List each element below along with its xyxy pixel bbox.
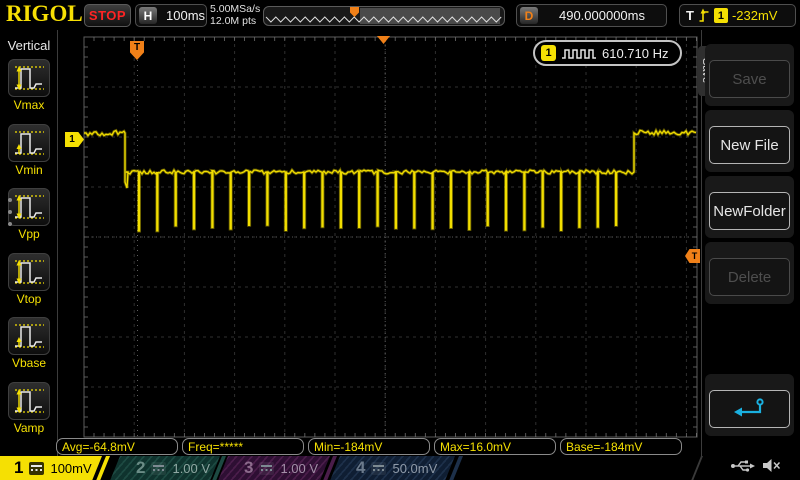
vpp-icon bbox=[8, 188, 50, 226]
sidebar-item-vbase[interactable]: Vbase bbox=[0, 317, 58, 370]
overview-waveform bbox=[264, 7, 504, 25]
delete-button[interactable]: Delete bbox=[709, 258, 790, 296]
return-button[interactable] bbox=[709, 390, 790, 428]
rising-edge-icon bbox=[698, 7, 710, 24]
trigger-source-badge: 1 bbox=[714, 8, 728, 23]
sidebar-item-label: Vamp bbox=[0, 421, 58, 435]
speaker-muted-icon bbox=[762, 458, 781, 473]
channel-number: 4 bbox=[356, 456, 365, 480]
vtop-icon bbox=[8, 253, 50, 291]
return-arrow-icon bbox=[730, 397, 770, 421]
save-button[interactable]: Save bbox=[709, 60, 790, 98]
run-state-label: STOP bbox=[89, 8, 126, 23]
sidebar-item-label: Vtop bbox=[0, 292, 58, 306]
pager-dot bbox=[8, 210, 12, 214]
sidebar-item-vamp[interactable]: Vamp bbox=[0, 382, 58, 435]
timebase-value: 100ms bbox=[166, 8, 205, 23]
vamp-icon bbox=[8, 382, 50, 420]
channel-number: 2 bbox=[136, 456, 145, 480]
measurement-base: Base=-184mV bbox=[560, 438, 682, 455]
square-wave-icon bbox=[561, 47, 597, 60]
waveform-overview-bar[interactable] bbox=[263, 6, 505, 26]
delay-box[interactable]: D 490.000000ms bbox=[516, 4, 667, 27]
channel-status-bar: 1 100mV 2 1.00 V 3 1.00 V 4 50.0mV bbox=[0, 456, 800, 480]
pager-dot bbox=[8, 198, 12, 202]
sidebar-item-vpp[interactable]: Vpp bbox=[0, 188, 58, 241]
channel-scale: 100mV bbox=[50, 461, 91, 476]
top-status-bar: RIGOL STOP H 100ms 5.00MSa/s 12.0M pts D… bbox=[0, 0, 800, 30]
new-file-button[interactable]: New File bbox=[709, 126, 790, 164]
coupling-dc-icon bbox=[371, 462, 386, 475]
horizontal-label: H bbox=[139, 7, 157, 24]
frequency-counter: 1 610.710 Hz bbox=[533, 40, 682, 66]
sidebar-item-label: Vpp bbox=[0, 227, 58, 241]
channel-2-block[interactable]: 2 1.00 V bbox=[110, 456, 220, 480]
channel-scale: 50.0mV bbox=[392, 461, 437, 476]
run-state-indicator[interactable]: STOP bbox=[84, 4, 131, 27]
sidebar-item-vmax[interactable]: Vmax bbox=[0, 59, 58, 112]
sidebar-item-label: Vbase bbox=[0, 356, 58, 370]
channel-scale: 1.00 V bbox=[280, 461, 318, 476]
delay-label: D bbox=[520, 7, 538, 24]
newfolder-button[interactable]: NewFolder bbox=[709, 192, 790, 230]
channel-bar-divider bbox=[691, 456, 703, 480]
trigger-box[interactable]: T 1 -232mV bbox=[679, 4, 796, 27]
measurement-freq: Freq=***** bbox=[182, 438, 304, 455]
coupling-dc-icon bbox=[259, 462, 274, 475]
coupling-dc-icon bbox=[151, 462, 166, 475]
counter-channel-badge: 1 bbox=[541, 45, 556, 61]
rigol-logo: RIGOL bbox=[6, 1, 83, 27]
sidebar-item-label: Vmin bbox=[0, 163, 58, 177]
sidebar-item-label: Vmax bbox=[0, 98, 58, 112]
sample-rate: 5.00MSa/s bbox=[210, 3, 270, 15]
channel-number: 3 bbox=[244, 456, 253, 480]
measurement-avg: Avg=-64.8mV bbox=[56, 438, 178, 455]
memory-depth: 12.0M pts bbox=[210, 15, 270, 27]
channel-3-block[interactable]: 3 1.00 V bbox=[218, 456, 330, 480]
vbase-icon bbox=[8, 317, 50, 355]
menu-title: Vertical bbox=[0, 38, 58, 53]
measurement-min: Min=-184mV bbox=[308, 438, 430, 455]
usb-icon bbox=[730, 458, 756, 473]
trigger-level-value: -232mV bbox=[732, 8, 778, 23]
counter-value: 610.710 Hz bbox=[602, 46, 669, 61]
sidebar-item-vmin[interactable]: Vmin bbox=[0, 124, 58, 177]
channel-4-block[interactable]: 4 50.0mV bbox=[330, 456, 455, 480]
horizontal-timebase-box[interactable]: H 100ms bbox=[135, 4, 207, 27]
pager-dot bbox=[8, 222, 12, 226]
measurement-max: Max=16.0mV bbox=[434, 438, 556, 455]
channel-number: 1 bbox=[14, 456, 23, 480]
trigger-label: T bbox=[686, 8, 694, 23]
vmax-icon bbox=[8, 59, 50, 97]
left-softkey-menu: Vertical Vmax Vmin Vpp Vtop Vbase Vamp bbox=[0, 30, 58, 456]
coupling-dc-icon bbox=[29, 462, 44, 475]
status-icons bbox=[730, 458, 781, 473]
delay-value: 490.000000ms bbox=[559, 8, 645, 23]
acquisition-info: 5.00MSa/s 12.0M pts bbox=[210, 3, 270, 27]
vmin-icon bbox=[8, 124, 50, 162]
waveform-display bbox=[0, 0, 800, 480]
channel-1-block[interactable]: 1 100mV bbox=[0, 456, 102, 480]
channel-scale: 1.00 V bbox=[172, 461, 210, 476]
sidebar-item-vtop[interactable]: Vtop bbox=[0, 253, 58, 306]
